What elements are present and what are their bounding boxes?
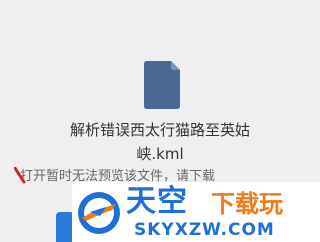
file-name: 解析错误西太行猫路至英姑峡.kml	[69, 121, 250, 163]
document-icon	[144, 61, 180, 109]
airplane-logo-icon	[78, 192, 120, 234]
brand-domain: SKYXZW.COM	[134, 220, 275, 240]
red-arrow-icon	[14, 167, 26, 184]
brand-tagline: 下载玩	[211, 190, 283, 218]
watermark-banner: 天空 下载玩 SKYXZW.COM	[72, 182, 320, 242]
brand-name: 天空	[126, 184, 188, 219]
